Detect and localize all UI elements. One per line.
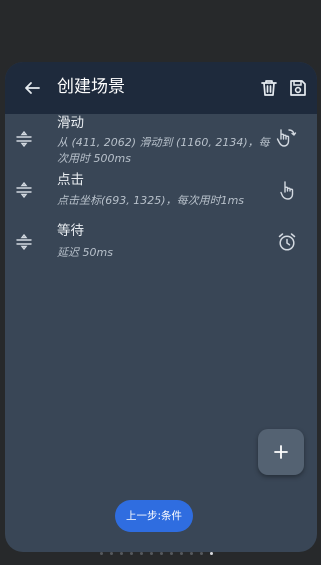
page-dot bbox=[130, 552, 133, 555]
drag-handle-icon[interactable] bbox=[15, 130, 33, 148]
step-description: 延迟 50ms bbox=[57, 246, 113, 259]
tap-icon bbox=[277, 179, 299, 201]
page-dot bbox=[190, 552, 193, 555]
page-dot bbox=[200, 552, 203, 555]
step-title: 点击 bbox=[57, 172, 84, 188]
plus-icon bbox=[274, 445, 288, 459]
drag-handle-icon[interactable] bbox=[15, 233, 33, 251]
alarm-icon bbox=[276, 231, 298, 253]
delete-icon[interactable] bbox=[257, 76, 281, 100]
create-scene-sheet: 创建场景 滑动 从 (411, 2062) 滑动到 (1160, 2134)，每… bbox=[5, 62, 317, 552]
step-description: 点击坐标(693, 1325)，每次用时1ms bbox=[57, 194, 245, 207]
page-dot bbox=[110, 552, 113, 555]
previous-step-button[interactable]: 上一步:条件 bbox=[115, 500, 193, 532]
page-title: 创建场景 bbox=[57, 77, 125, 97]
page-dot bbox=[150, 552, 153, 555]
step-title: 等待 bbox=[57, 223, 84, 239]
page-dot bbox=[210, 552, 213, 555]
page-dot bbox=[160, 552, 163, 555]
add-action-button[interactable] bbox=[258, 429, 304, 475]
top-app-bar: 创建场景 bbox=[5, 62, 317, 114]
save-icon[interactable] bbox=[286, 76, 310, 100]
page-dot bbox=[170, 552, 173, 555]
page-dot bbox=[140, 552, 143, 555]
drag-handle-icon[interactable] bbox=[15, 181, 33, 199]
step-description: 从 (411, 2062) 滑动到 (1160, 2134)，每次用时 500m… bbox=[57, 136, 270, 165]
page-dot bbox=[120, 552, 123, 555]
swipe-icon bbox=[275, 126, 297, 148]
page-dot bbox=[100, 552, 103, 555]
page-dot bbox=[180, 552, 183, 555]
back-arrow-icon[interactable] bbox=[20, 76, 44, 100]
step-title: 滑动 bbox=[57, 115, 84, 131]
